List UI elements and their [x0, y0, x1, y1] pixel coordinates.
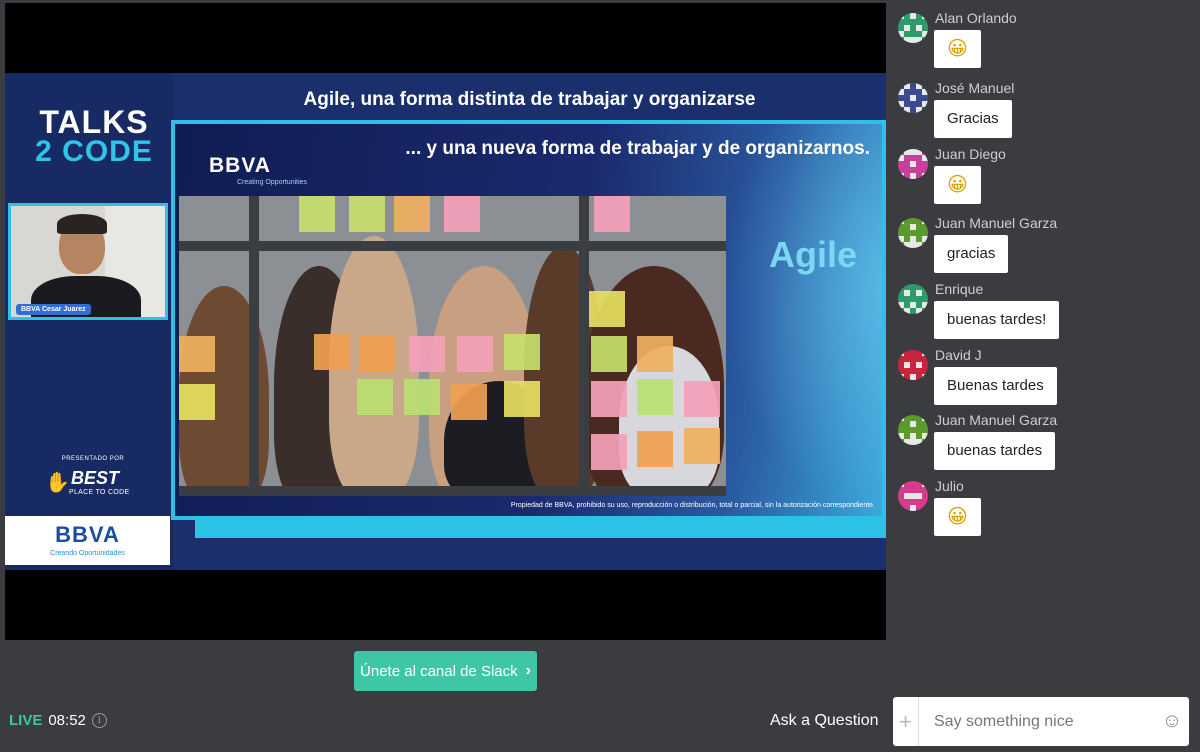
avatar[interactable]: [898, 415, 928, 445]
presentation-slide: TALKS 2 CODE BBVA Cesar Juarez PRESENTAD…: [5, 73, 886, 570]
bbva-logo-box: BBVA Creando Oportunidades: [5, 516, 170, 565]
chat-author-name: Julio: [935, 478, 964, 494]
best-logo-text: BEST: [71, 468, 120, 488]
best-place-to-code-logo: ✋ BEST PLACE TO CODE: [43, 466, 143, 502]
live-status: LIVE 08:52 i: [9, 712, 107, 729]
avatar[interactable]: [898, 149, 928, 179]
logo-line-2: 2 CODE: [35, 135, 153, 168]
inner-slide: BBVA Creating Opportunities ... y una nu…: [171, 120, 886, 520]
presented-by-label: PRESENTADO POR: [61, 456, 125, 462]
live-time: 08:52: [48, 712, 86, 729]
best-logo-sub: PLACE TO CODE: [69, 489, 130, 496]
avatar[interactable]: [898, 83, 928, 113]
smile-icon[interactable]: ☺: [1155, 710, 1189, 733]
info-icon[interactable]: i: [91, 713, 107, 728]
avatar[interactable]: [898, 218, 928, 248]
chat-author-name: Juan Manuel Garza: [935, 412, 1058, 428]
logo-line-1: TALKS: [39, 104, 149, 140]
chat-message-input[interactable]: [919, 697, 1155, 746]
chat-text-bubble: Buenas tardes: [934, 367, 1057, 405]
chat-author-name: Juan Manuel Garza: [935, 215, 1058, 231]
chat-author-name: David J: [935, 347, 982, 363]
avatar[interactable]: [898, 350, 928, 380]
chat-input-bar: + ☺: [893, 697, 1189, 746]
chat-author-name: Enrique: [935, 281, 984, 297]
live-label: LIVE: [9, 712, 43, 729]
join-slack-button[interactable]: Únete al canal de Slack ›: [354, 651, 537, 691]
inner-bbva-tagline: Creating Opportunities: [237, 179, 308, 186]
slide-title: Agile, una forma distinta de trabajar y …: [303, 89, 756, 110]
chat-message-list[interactable]: Alan Orlando 😀 José Manuel Gracias Juan Dieg…: [895, 8, 1195, 543]
avatar[interactable]: [898, 13, 928, 43]
chat-emoji-bubble: 😀: [934, 30, 981, 68]
chat-text-bubble: buenas tardes!: [934, 301, 1060, 339]
speaker-name-tag: BBVA Cesar Juarez: [16, 304, 91, 315]
avatar[interactable]: [898, 284, 928, 314]
video-player[interactable]: TALKS 2 CODE BBVA Cesar Juarez PRESENTAD…: [5, 3, 886, 640]
brand-sidebar: TALKS 2 CODE BBVA Cesar Juarez PRESENTAD…: [5, 73, 173, 570]
hand-icon: ✋: [45, 472, 70, 494]
chat-author-name: Alan Orlando: [935, 10, 1017, 26]
slide-accent-bar: [195, 520, 886, 538]
ask-question-button[interactable]: Ask a Question: [770, 712, 879, 730]
chat-text-bubble: buenas tardes: [934, 432, 1056, 470]
chat-text-bubble: gracias: [934, 235, 1009, 273]
chat-text-bubble: Gracias: [934, 100, 1012, 138]
slack-button-label: Únete al canal de Slack: [360, 662, 518, 680]
agile-label: Agile: [769, 234, 858, 275]
plus-icon[interactable]: +: [893, 697, 919, 746]
talks-2-code-logo: TALKS 2 CODE: [19, 104, 169, 168]
chat-author-name: Juan Diego: [935, 146, 1006, 162]
chat-author-name: José Manuel: [935, 80, 1015, 96]
bbva-logo: BBVA: [55, 522, 120, 547]
avatar[interactable]: [898, 481, 928, 511]
chevron-right-icon: ›: [525, 662, 531, 679]
slide-copyright: Propiedad de BBVA, prohibido su uso, rep…: [510, 502, 875, 509]
inner-bbva-logo: BBVA: [209, 154, 271, 177]
chat-emoji-bubble: 😀: [934, 166, 981, 204]
inner-slide-heading: ... y una nueva forma de trabajar y de o…: [405, 138, 870, 159]
bbva-tagline: Creando Oportunidades: [50, 550, 125, 557]
speaker-video: BBVA Cesar Juarez: [8, 203, 168, 320]
team-photo: [179, 196, 726, 496]
chat-emoji-bubble: 😀: [934, 498, 981, 536]
